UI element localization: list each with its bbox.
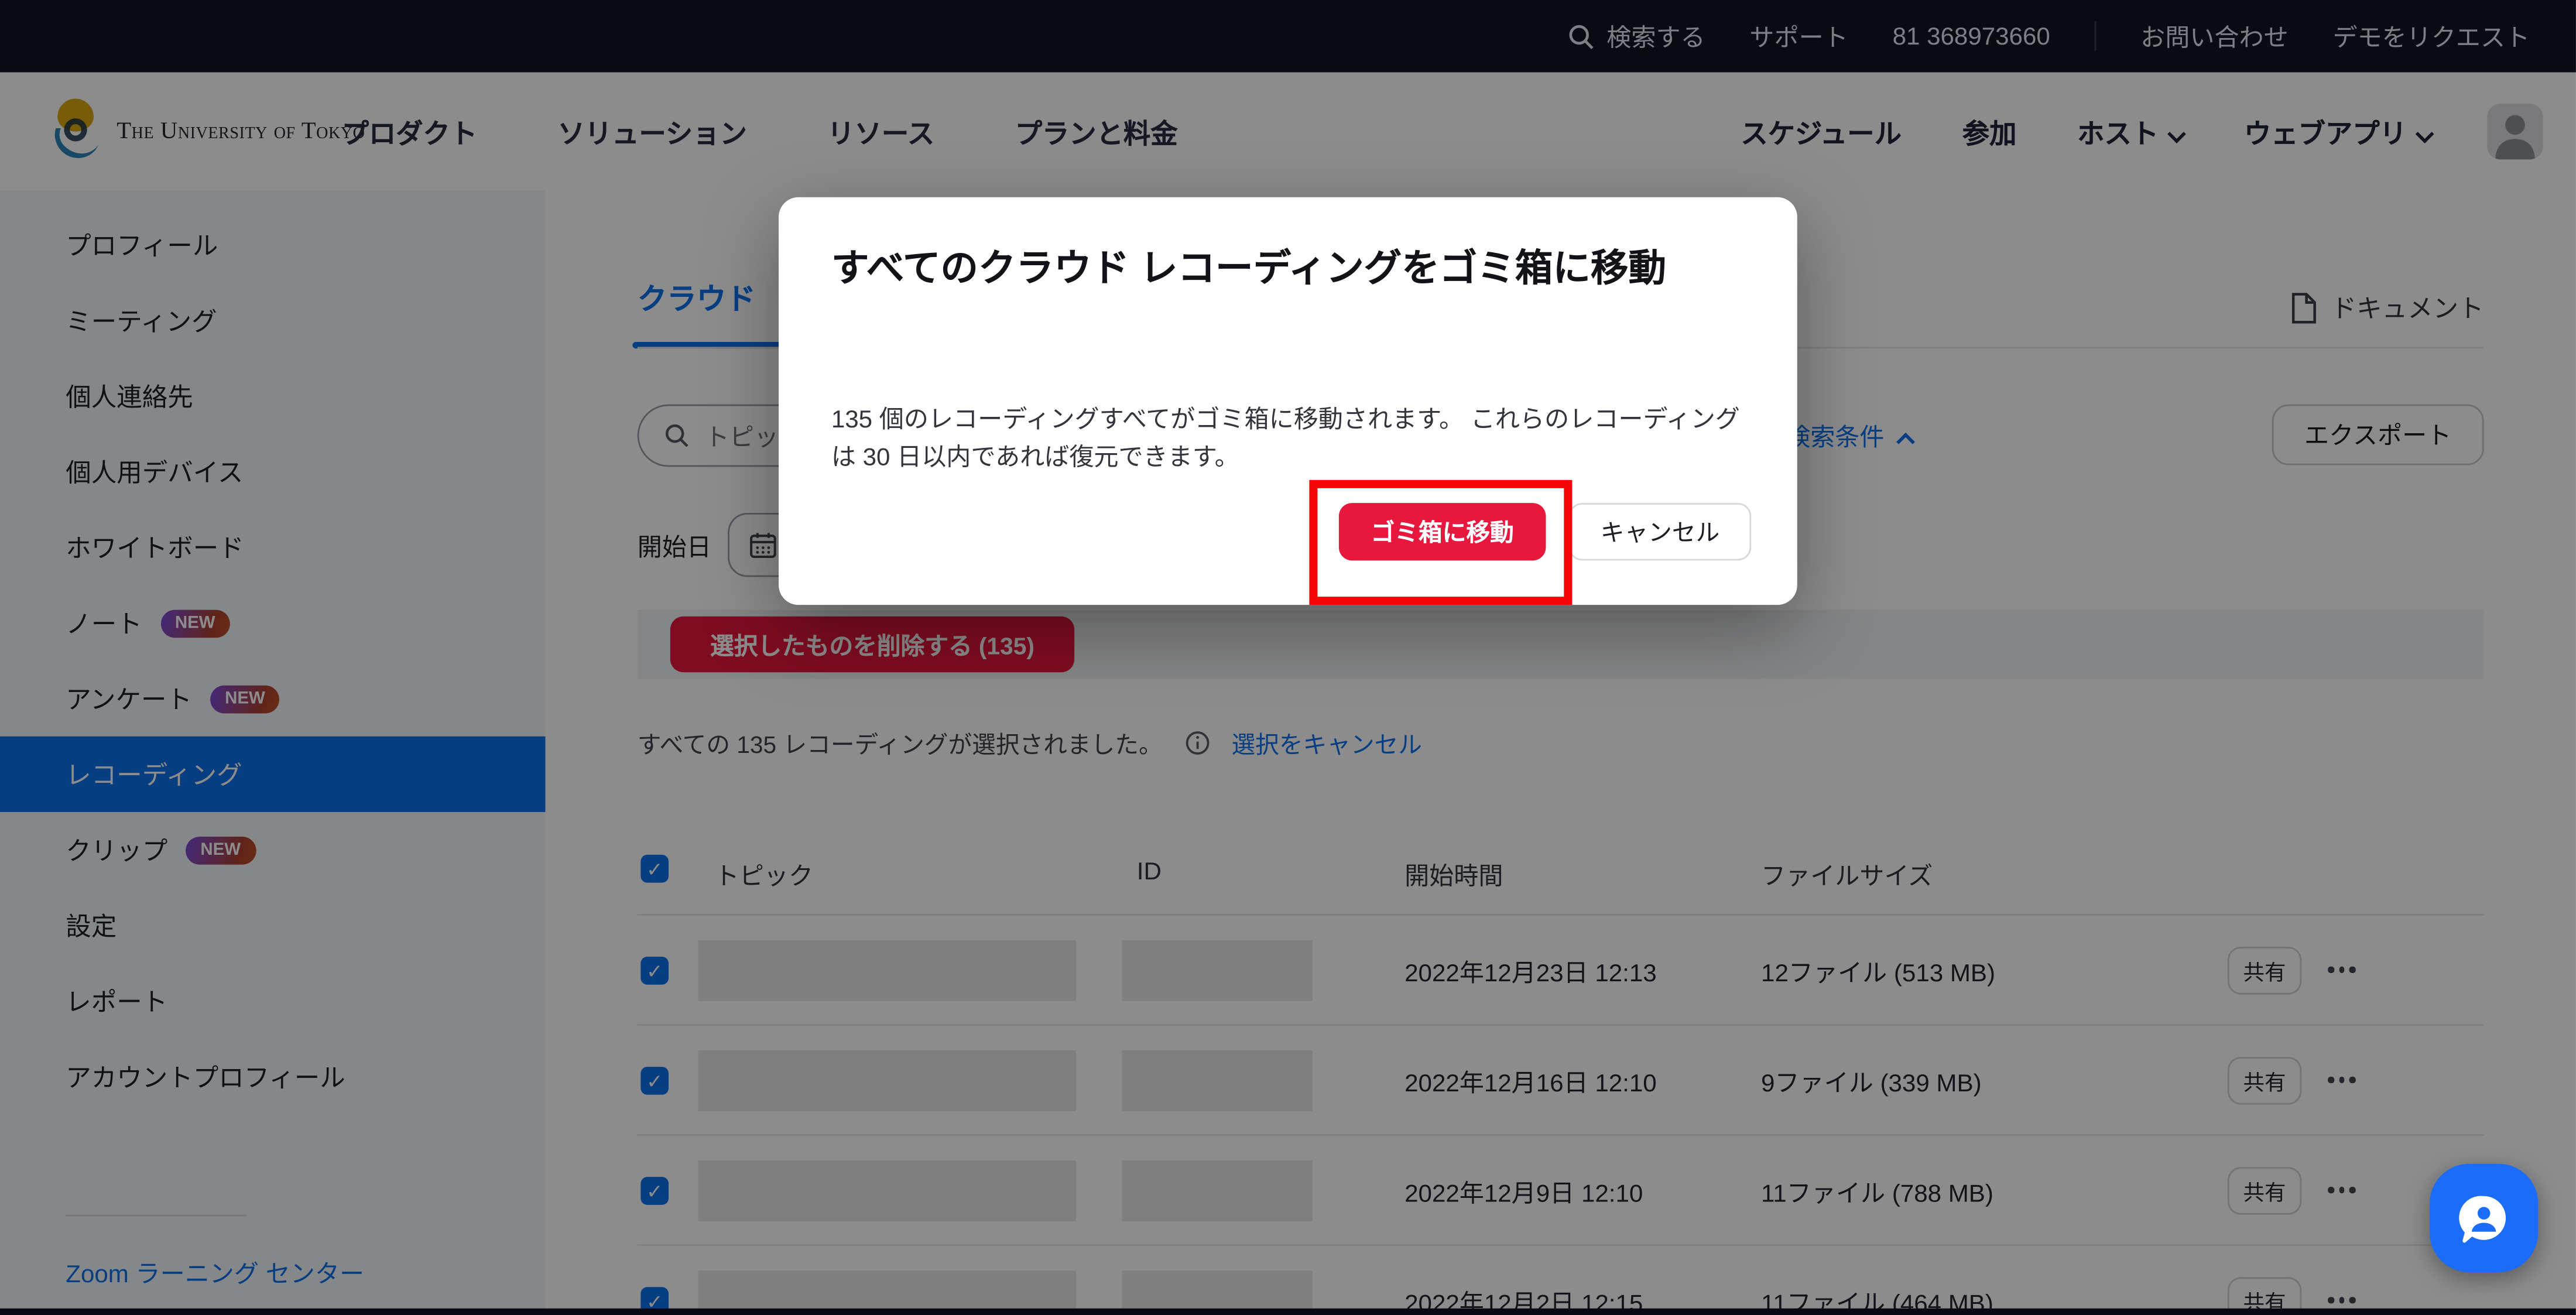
chat-person-icon	[2451, 1185, 2517, 1251]
annotation-highlight-box	[1309, 480, 1572, 605]
dialog-title: すべてのクラウド レコーディングをゴミ箱に移動	[831, 240, 1751, 296]
move-to-trash-dialog: すべてのクラウド レコーディングをゴミ箱に移動 135 個のレコーディングすべて…	[779, 197, 1797, 605]
page: 検索する サポート 81 368973660 お問い合わせ デモをリクエスト T…	[0, 0, 2576, 1315]
support-chat-button[interactable]	[2430, 1164, 2538, 1272]
dialog-body: 135 個のレコーディングすべてがゴミ箱に移動されます。 これらのレコーディング…	[831, 401, 1748, 477]
cancel-button[interactable]: キャンセル	[1569, 503, 1751, 560]
